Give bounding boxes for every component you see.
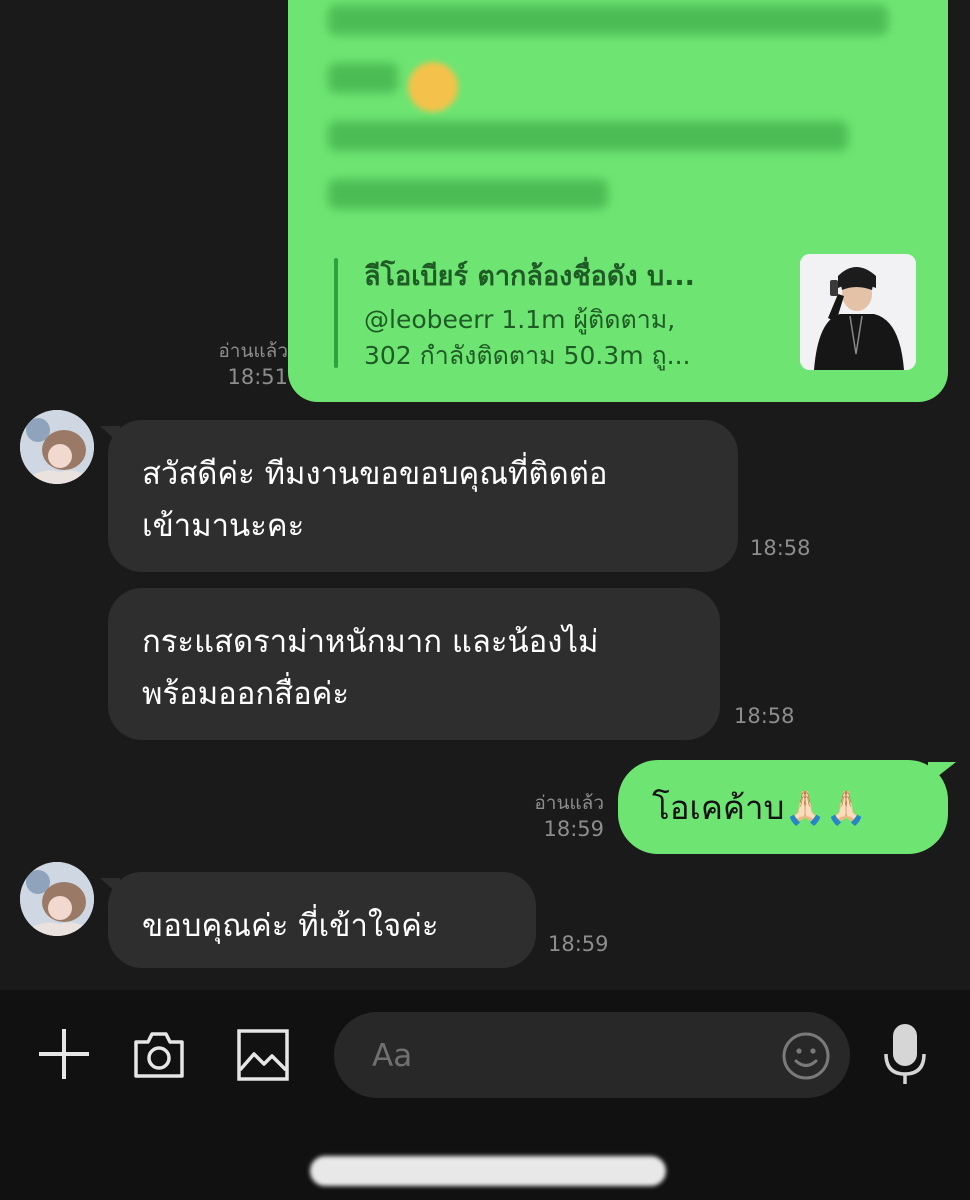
message-text-line: พร้อมออกสื่อค่ะ <box>142 676 350 712</box>
preview-title: ลีโอเบียร์ ตากล้องชื่อดัง บ... <box>364 261 695 292</box>
incoming-message-bubble[interactable]: สวัสดีค่ะ ทีมงานขอขอบคุณที่ติดต่อ เข้ามา… <box>108 420 738 572</box>
read-receipt: อ่านแล้ว 18:59 <box>486 790 604 842</box>
message-input[interactable]: Aa <box>334 1012 850 1098</box>
message-text-line: เข้ามานะคะ <box>142 508 305 544</box>
read-receipt: อ่านแล้ว 18:51 <box>170 338 288 390</box>
image-icon[interactable] <box>236 1028 290 1082</box>
microphone-icon[interactable] <box>882 1022 928 1088</box>
composer-bar: Aa <box>0 990 970 1200</box>
read-label: อ่านแล้ว <box>218 340 288 362</box>
outgoing-message-bubble[interactable]: โอเคค้าบ🙏🏻🙏🏻 <box>618 760 948 854</box>
message-text-line: กระแสดราม่าหนักมาก และน้องไม่ <box>142 624 599 660</box>
read-label: อ่านแล้ว <box>534 792 604 814</box>
preview-desc-line: 302 กำลังติดตาม 50.3m ถู... <box>364 341 691 370</box>
plus-icon[interactable] <box>36 1026 92 1082</box>
outgoing-link-message[interactable]: ลีโอเบียร์ ตากล้องชื่อดัง บ... @leobeerr… <box>288 0 948 402</box>
blurred-emoji <box>408 62 458 112</box>
message-time: 18:51 <box>227 365 288 389</box>
incoming-message-bubble[interactable]: ขอบคุณค่ะ ที่เข้าใจค่ะ <box>108 872 536 968</box>
avatar-image <box>20 862 94 936</box>
input-placeholder: Aa <box>372 1038 413 1074</box>
message-time: 18:58 <box>734 704 795 728</box>
message-time: 18:59 <box>548 932 609 956</box>
avatar[interactable] <box>20 410 94 484</box>
preview-desc-line: @leobeerr 1.1m ผู้ติดตาม, <box>364 305 676 334</box>
avatar-image <box>20 410 94 484</box>
message-time: 18:58 <box>750 536 811 560</box>
message-time: 18:59 <box>543 817 604 841</box>
avatar[interactable] <box>20 862 94 936</box>
preview-thumbnail[interactable] <box>800 254 916 370</box>
preview-description: @leobeerr 1.1m ผู้ติดตาม, 302 กำลังติดตา… <box>364 302 784 374</box>
camera-icon[interactable] <box>132 1028 186 1082</box>
preview-accent-bar <box>334 258 338 368</box>
emoji-icon[interactable] <box>780 1030 832 1082</box>
blurred-message-text <box>328 5 928 237</box>
message-text: โอเคค้าบ🙏🏻🙏🏻 <box>652 787 867 827</box>
incoming-message-bubble[interactable]: กระแสดราม่าหนักมาก และน้องไม่ พร้อมออกสื… <box>108 588 720 740</box>
home-indicator[interactable] <box>310 1156 666 1186</box>
message-text-line: ขอบคุณค่ะ ที่เข้าใจค่ะ <box>142 908 439 944</box>
person-thumbnail-image <box>800 254 916 370</box>
message-text-line: สวัสดีค่ะ ทีมงานขอขอบคุณที่ติดต่อ <box>142 456 608 492</box>
